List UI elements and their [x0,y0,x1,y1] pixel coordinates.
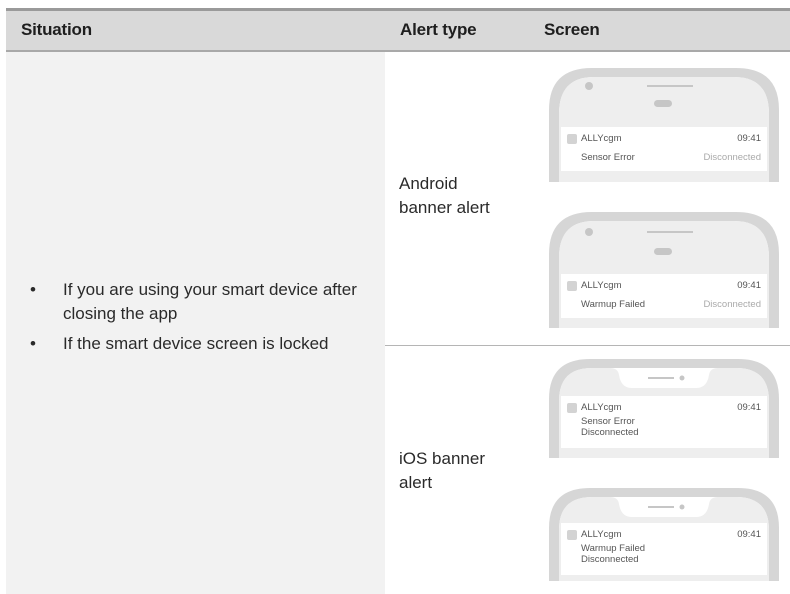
notification-banner: ALLYcgm 09:41 Warmup Failed Disconnected [561,523,767,575]
android-screen-warmup-failed: ALLYcgm 09:41 Warmup Failed Disconnected [548,210,780,328]
ios-screen-sensor-error: ALLYcgm 09:41 Sensor Error Disconnected [548,357,780,458]
notification-status: Disconnected [703,152,761,163]
bullet-icon: • [30,334,36,353]
notification-time: 09:41 [737,133,761,144]
situation-cell: • If you are using your smart device aft… [6,52,385,594]
situation-list: • If you are using your smart device aft… [26,278,381,362]
notification-status: Disconnected [703,299,761,310]
alert-type-line: iOS banner [399,449,485,468]
notification-message: Warmup Failed [581,543,646,554]
bullet-icon: • [30,280,36,299]
notification-app-name: ALLYcgm [581,133,622,144]
notification-message: Sensor Error [581,416,635,427]
notification-message: Sensor Error [581,152,635,163]
header-alert-type: Alert type [400,20,477,39]
app-icon [567,134,577,144]
notification-banner: ALLYcgm 09:41 Sensor Error Disconnected [561,127,767,171]
notification-app-name: ALLYcgm [581,402,622,413]
situation-item: • If the smart device screen is locked [26,332,381,356]
header-situation: Situation [21,20,92,39]
situation-text: If the smart device screen is locked [63,334,329,353]
situation-text: If you are using your smart device after… [63,280,357,323]
alert-type-android: Android banner alert [399,172,490,220]
alert-type-ios: iOS banner alert [399,447,485,495]
notification-message: Warmup Failed [581,299,646,310]
notification-banner: ALLYcgm 09:41 Warmup Failed Disconnected [561,274,767,318]
row-divider [385,345,790,346]
notification-banner: ALLYcgm 09:41 Sensor Error Disconnected [561,396,767,448]
app-icon [567,281,577,291]
ios-screen-warmup-failed: ALLYcgm 09:41 Warmup Failed Disconnected [548,486,780,581]
app-icon [567,530,577,540]
notification-time: 09:41 [737,402,761,413]
notification-app-name: ALLYcgm [581,280,622,291]
notification-status: Disconnected [581,427,639,438]
alert-type-line: alert [399,473,433,492]
notification-app-name: ALLYcgm [581,529,622,540]
notification-time: 09:41 [737,280,761,291]
android-screen-sensor-error: ALLYcgm 09:41 Sensor Error Disconnected [548,66,780,182]
alert-type-line: Android [399,174,458,193]
header-screen: Screen [544,20,600,39]
notification-time: 09:41 [737,529,761,540]
table-header: Situation Alert type Screen [6,11,790,50]
app-icon [567,403,577,413]
alert-type-line: banner alert [399,198,490,217]
notification-status: Disconnected [581,554,639,565]
situation-item: • If you are using your smart device aft… [26,278,381,326]
